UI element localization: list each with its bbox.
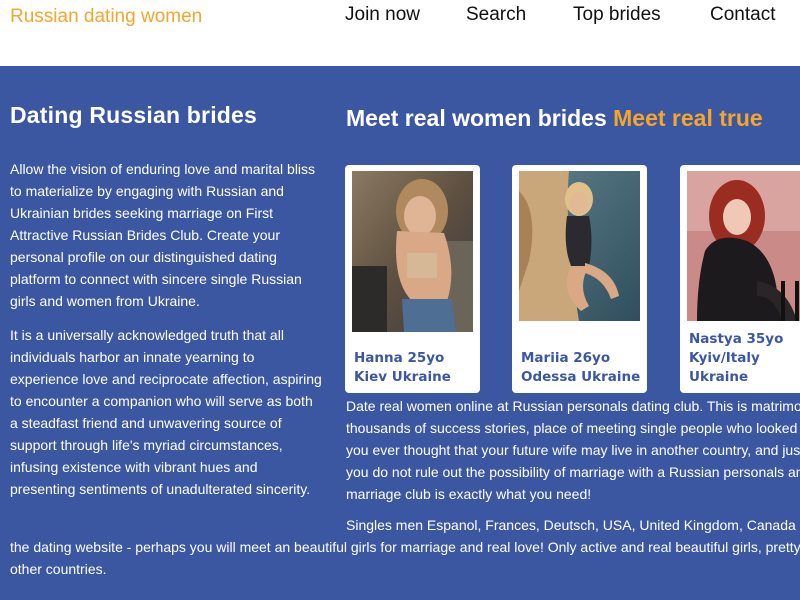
profile-photo-mariia[interactable]	[519, 171, 640, 321]
paragraph-line: you do not rule out the possibility of m…	[346, 464, 800, 480]
profile-photo-nastya[interactable]	[687, 171, 800, 321]
intro-paragraph-1: Allow the vision of enduring love and ma…	[10, 161, 316, 309]
profile-card-hanna[interactable]: Hanna 25yo Kiev Ukraine	[345, 165, 480, 393]
nav-contact[interactable]: Contact	[710, 4, 775, 26]
site-header: Russian dating women Join now Search Top…	[0, 0, 800, 66]
profile-age-line: Nastya 35yo	[689, 331, 784, 347]
paragraph-line: Date real women online at Russian person…	[346, 398, 800, 414]
profile-name-mariia[interactable]: Mariia 26yo Odessa Ukraine	[521, 349, 645, 387]
intro-paragraph-2: It is a universally acknowledged truth t…	[10, 327, 322, 497]
nav-search[interactable]: Search	[466, 4, 526, 26]
main-content: Dating Russian brides Allow the vision o…	[0, 66, 800, 600]
paragraph-line: thousands of success stories, place of m…	[346, 420, 800, 436]
intro-title: Dating Russian brides	[10, 102, 258, 128]
singles-paragraph-line-2: the dating website - perhaps you will me…	[10, 539, 800, 555]
singles-paragraph-line-3: other countries.	[10, 561, 107, 577]
nav-join-now[interactable]: Join now	[345, 4, 420, 26]
profile-name-nastya[interactable]: Nastya 35yo Kyiv/Italy Ukraine	[689, 330, 800, 387]
singles-paragraph-line-1: Singles men Espanol, Frances, Deutsch, U…	[346, 517, 800, 533]
featured-title: Meet real women brides Meet real true	[346, 105, 763, 132]
profile-age-line: Hanna 25yo	[354, 350, 445, 366]
paragraph-line: marriage club is exactly what you need!	[346, 486, 592, 502]
paragraph-line: you ever thought that your future wife m…	[346, 442, 800, 458]
site-logo[interactable]: Russian dating women	[10, 6, 202, 28]
dating-club-paragraph: Date real women online at Russian person…	[346, 395, 800, 505]
profile-location-line: Kiev Ukraine	[354, 369, 451, 385]
profile-location-line: Odessa Ukraine	[521, 369, 641, 385]
profile-location-line: Kyiv/Italy	[689, 350, 760, 366]
nav-top-brides[interactable]: Top brides	[573, 4, 661, 26]
featured-title-orange: Meet real true	[613, 105, 763, 131]
featured-title-white: Meet real women brides	[346, 105, 607, 131]
profile-age-line: Mariia 26yo	[521, 350, 611, 366]
profile-name-hanna[interactable]: Hanna 25yo Kiev Ukraine	[354, 349, 478, 387]
profile-country-line: Ukraine	[689, 369, 749, 385]
profile-photo-hanna[interactable]	[352, 171, 473, 332]
profile-card-mariia[interactable]: Mariia 26yo Odessa Ukraine	[512, 165, 647, 393]
intro-column: Dating Russian brides Allow the vision o…	[10, 102, 322, 497]
profile-card-nastya[interactable]: Nastya 35yo Kyiv/Italy Ukraine	[680, 165, 800, 393]
